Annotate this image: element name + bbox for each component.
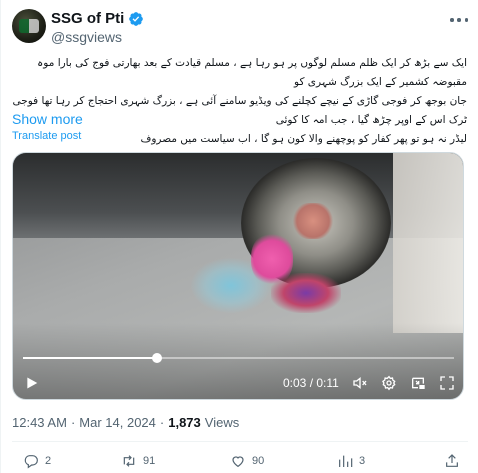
author-name-row[interactable]: SSG of Pti: [51, 10, 144, 27]
tweet-text-line: ایک سے بڑھ کر ایک ظلم مسلم لوگوں پر ہو ر…: [37, 57, 467, 88]
divider: [12, 441, 468, 442]
repost-icon: [123, 455, 135, 467]
tweet-card[interactable]: SSG of Pti @ssgviews ایک سے بڑھ کر ایک ظ…: [0, 0, 478, 473]
reply-count: 2: [45, 455, 52, 467]
translate-post-link[interactable]: Translate post: [12, 130, 81, 142]
views-label: Views: [204, 415, 240, 430]
like-count: 90: [252, 455, 265, 467]
video-frame-figure: [293, 203, 333, 239]
mute-icon[interactable]: [352, 375, 368, 391]
tweet-time[interactable]: 12:43 AM: [12, 415, 67, 430]
fullscreen-icon[interactable]: [439, 375, 455, 391]
share-button[interactable]: [444, 453, 460, 469]
video-time-separator: /: [306, 376, 317, 390]
repost-button[interactable]: 91: [121, 453, 155, 469]
tweet-actions: 2 91 90 3: [1, 450, 478, 472]
video-time: 0:03 / 0:11: [283, 376, 339, 390]
settings-icon[interactable]: [381, 375, 397, 391]
video-player[interactable]: 0:03 / 0:11: [12, 152, 464, 400]
avatar-flag-icon: [19, 19, 39, 33]
meta-separator: ·: [70, 415, 76, 430]
show-more-link[interactable]: Show more: [12, 111, 83, 127]
video-progress-bar[interactable]: [23, 353, 454, 363]
video-duration: 0:11: [316, 376, 339, 390]
views-icon: [339, 455, 353, 467]
share-icon: [446, 454, 458, 467]
author-handle[interactable]: @ssgviews: [51, 29, 122, 45]
views-action-count: 3: [359, 455, 366, 467]
video-progress-knob[interactable]: [151, 353, 162, 363]
meta-separator: ·: [159, 415, 165, 430]
video-controls: 0:03 / 0:11: [13, 367, 463, 397]
video-frame-figure: [271, 273, 341, 313]
author-display-name[interactable]: SSG of Pti: [51, 10, 124, 27]
tweet-date[interactable]: Mar 14, 2024: [79, 415, 156, 430]
video-progress-fill: [23, 357, 157, 359]
reply-button[interactable]: 2: [23, 453, 51, 469]
play-icon[interactable]: [25, 376, 39, 390]
more-dot-icon: [464, 18, 468, 22]
avatar[interactable]: [12, 9, 46, 43]
video-frame-vehicle: [393, 153, 463, 333]
video-current-time: 0:03: [283, 376, 307, 390]
like-icon: [232, 456, 244, 468]
repost-count: 91: [143, 455, 156, 467]
verified-badge-icon: [129, 11, 144, 26]
like-button[interactable]: 90: [230, 453, 264, 469]
more-dot-icon: [457, 18, 461, 22]
more-options-button[interactable]: [448, 12, 470, 28]
more-dot-icon: [450, 18, 454, 22]
views-count: 1,873: [168, 415, 201, 430]
views-button[interactable]: 3: [337, 453, 365, 469]
tweet-meta: 12:43 AM · Mar 14, 2024 · 1,873 Views: [12, 415, 239, 430]
pip-icon[interactable]: [410, 375, 426, 391]
reply-icon: [24, 455, 38, 469]
